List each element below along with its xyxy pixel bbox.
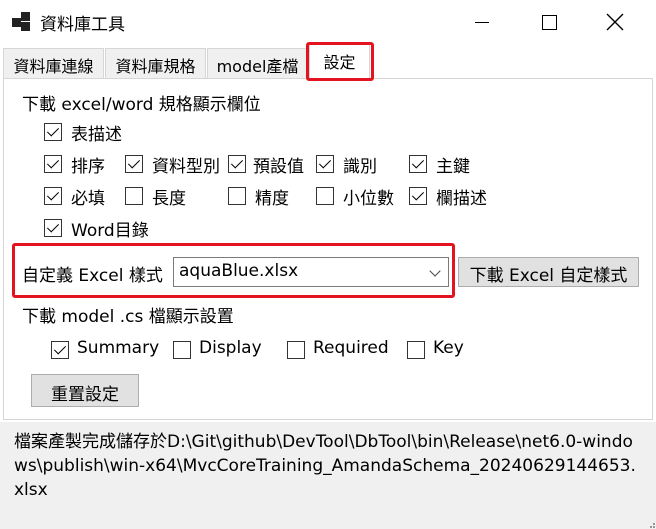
tab-db-spec[interactable]: 資料庫規格 <box>105 48 206 78</box>
checkbox-label: Key <box>433 338 464 358</box>
maximize-button[interactable] <box>520 0 578 44</box>
custom-style-select[interactable]: aquaBlue.xlsx <box>173 257 449 287</box>
checkbox-sort[interactable] <box>44 155 62 173</box>
custom-style-value: aquaBlue.xlsx <box>179 261 299 281</box>
checkbox-label: 小位數 <box>343 189 394 209</box>
checkbox-scale[interactable] <box>316 187 334 205</box>
checkbox-word-toc[interactable] <box>44 219 62 237</box>
tab-strip: 資料庫連線 資料庫規格 model產檔 設定 <box>0 44 656 79</box>
status-message: 檔案產製完成儲存於D:\Git\github\DevTool\DbTool\bi… <box>14 432 636 500</box>
checkbox-label: 欄描述 <box>436 189 487 209</box>
tab-model-gen[interactable]: model產檔 <box>207 48 308 78</box>
checkbox-label: Word目錄 <box>71 221 149 241</box>
checkbox-label: 表描述 <box>71 125 122 145</box>
checkbox-required-attr[interactable] <box>287 341 305 359</box>
checkbox-label: Summary <box>77 338 160 358</box>
checkbox-label: 必填 <box>71 189 105 209</box>
app-icon <box>12 12 32 32</box>
tab-db-connection[interactable]: 資料庫連線 <box>3 48 104 78</box>
maximize-icon <box>541 14 557 30</box>
close-button[interactable] <box>586 0 644 44</box>
custom-style-label: 自定義 Excel 樣式 <box>22 266 163 286</box>
model-section-label: 下載 model .cs 檔顯示設置 <box>22 307 234 327</box>
checkbox-label: Display <box>199 338 262 358</box>
checkbox-required[interactable] <box>44 187 62 205</box>
checkbox-label: 排序 <box>71 157 105 177</box>
download-style-button[interactable]: 下載 Excel 自定樣式 <box>458 257 639 287</box>
checkbox-column-desc[interactable] <box>409 187 427 205</box>
checkbox-key[interactable] <box>407 341 425 359</box>
checkbox-label: 預設值 <box>253 157 304 177</box>
chevron-down-icon <box>429 265 441 277</box>
resize-grip-icon[interactable] <box>646 519 656 529</box>
checkbox-table-desc[interactable] <box>44 123 62 141</box>
checkbox-label: 資料型別 <box>152 157 220 177</box>
title-bar: 資料庫工具 <box>0 0 656 44</box>
checkbox-identity[interactable] <box>316 155 334 173</box>
checkbox-display[interactable] <box>173 341 191 359</box>
checkbox-precision[interactable] <box>228 187 246 205</box>
checkbox-length[interactable] <box>125 187 143 205</box>
checkbox-label: 主鍵 <box>436 157 470 177</box>
checkbox-label: 精度 <box>255 189 289 209</box>
checkbox-label: Required <box>313 338 389 358</box>
reset-button[interactable]: 重置設定 <box>31 374 139 407</box>
window-title: 資料庫工具 <box>40 15 125 35</box>
checkbox-label: 長度 <box>152 189 186 209</box>
status-bar: 檔案產製完成儲存於D:\Git\github\DevTool\DbTool\bi… <box>0 422 656 529</box>
minimize-icon <box>475 21 489 23</box>
checkbox-primary-key[interactable] <box>409 155 427 173</box>
close-icon <box>606 13 624 31</box>
checkbox-label: 識別 <box>343 157 377 177</box>
tab-settings[interactable]: 設定 <box>309 44 370 79</box>
minimize-button[interactable] <box>453 0 511 44</box>
checkbox-summary[interactable] <box>51 341 69 359</box>
checkbox-default[interactable] <box>228 155 246 173</box>
checkbox-data-type[interactable] <box>125 155 143 173</box>
excel-section-label: 下載 excel/word 規格顯示欄位 <box>22 95 261 115</box>
